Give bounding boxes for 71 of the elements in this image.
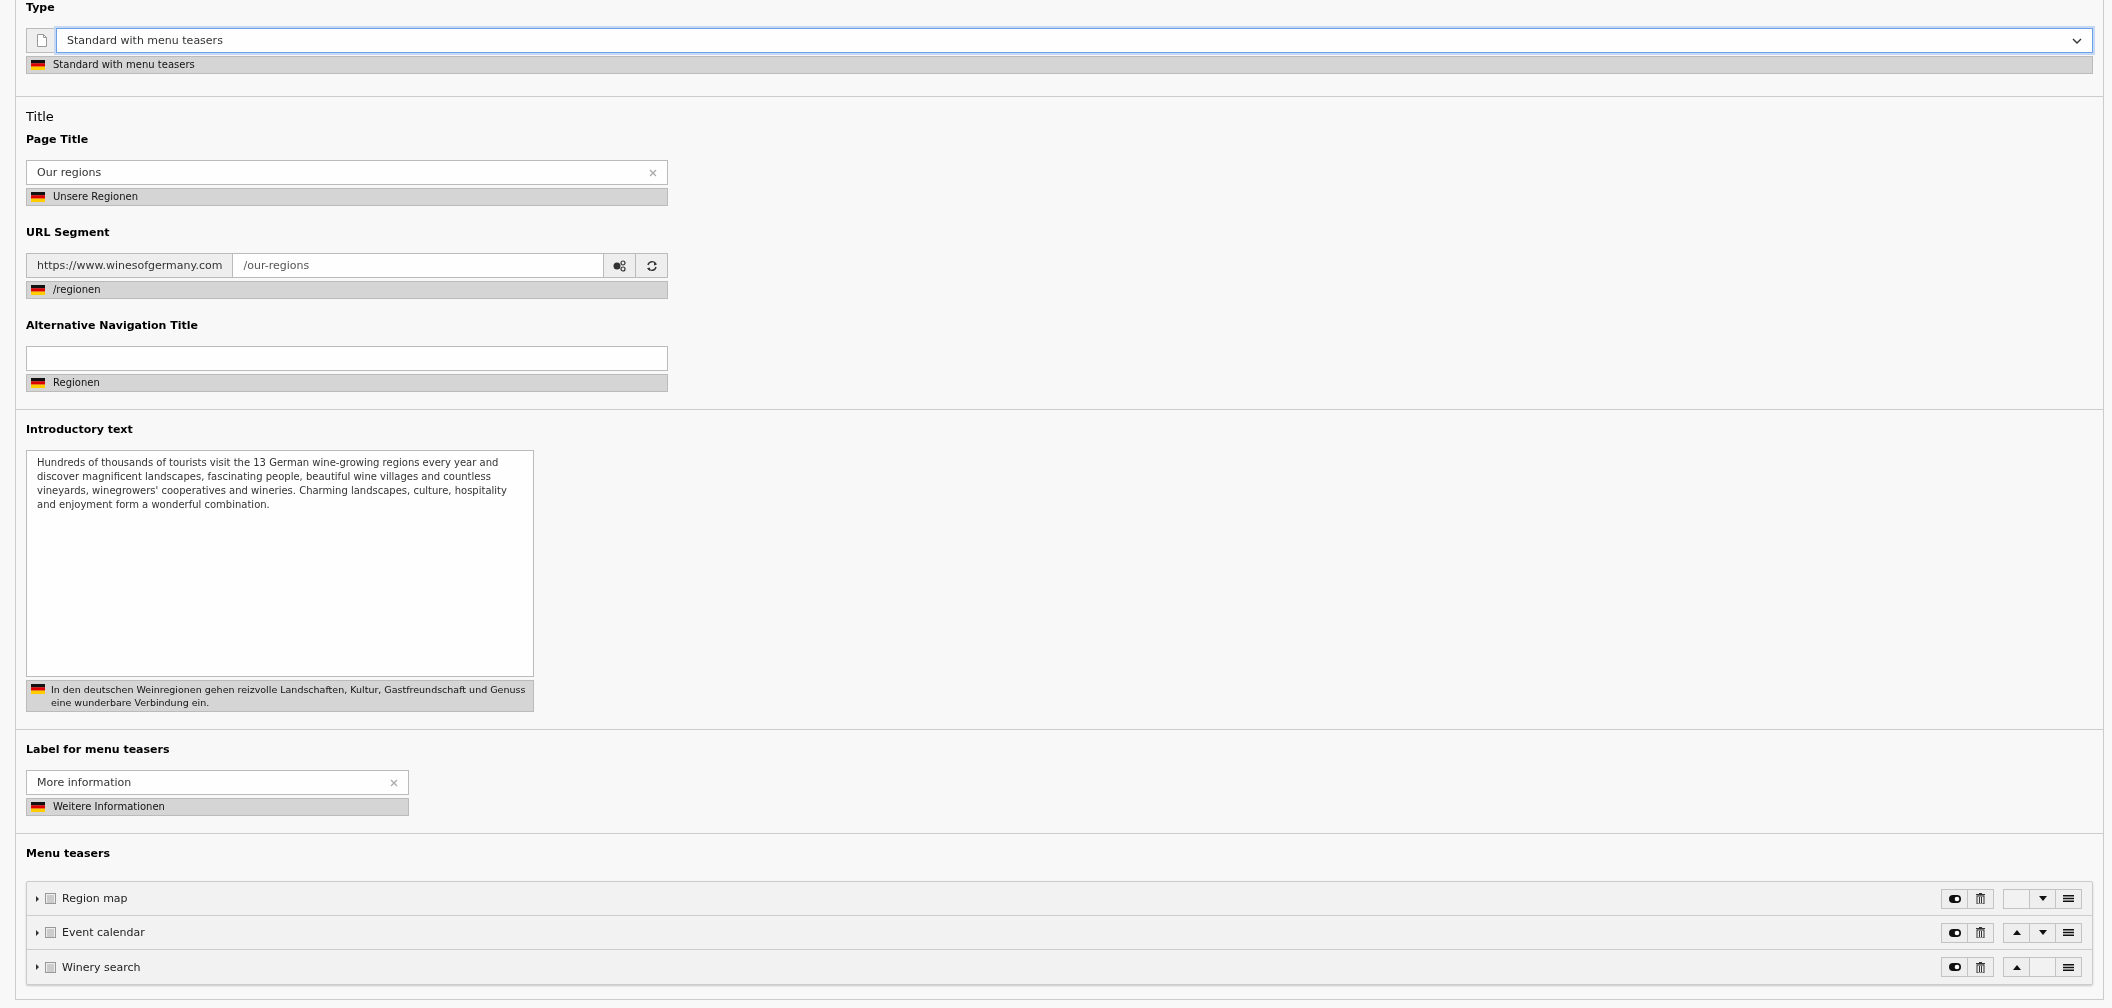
text-field[interactable]: Our regions — [26, 160, 668, 185]
field-label: URL Segment — [26, 225, 110, 241]
text-area[interactable]: Hundreds of thousands of tourists visit the 13 German wine-growing regions every year and discover magnificent landscapes, fascinating people, beautiful wine villages and countless vineyards, winegrowers' cooperatives and wineries. Charming landscapes, culture, hospitality and enjoyment form a wonderful combination. — [26, 450, 534, 677]
move-up-button[interactable] — [2003, 957, 2030, 977]
flag-icon — [31, 802, 45, 812]
record-header[interactable]: Event calendar — [27, 916, 2092, 950]
triangle-down-icon — [2038, 896, 2047, 901]
field-label: Menu teasers — [26, 846, 111, 862]
record-icon — [45, 893, 56, 904]
flag-icon — [31, 192, 45, 202]
field-label: Page Title — [26, 132, 89, 148]
translation-text: /regionen — [53, 284, 101, 296]
move-down-button[interactable] — [2029, 888, 2056, 909]
toggle-icon — [1948, 963, 1961, 971]
translation-text: Standard with menu teasers — [53, 59, 195, 71]
delete-button[interactable] — [1967, 888, 1994, 909]
menu-icon — [2063, 963, 2074, 971]
triangle-up-icon — [2012, 930, 2021, 935]
flag-icon — [31, 378, 45, 388]
page-icon — [36, 34, 47, 47]
triangle-up-icon — [2012, 964, 2021, 970]
toggle-icon — [1948, 894, 1961, 903]
caret-right-icon[interactable] — [35, 895, 40, 902]
delete-button[interactable] — [1967, 957, 1994, 977]
caret-right-icon[interactable] — [35, 929, 40, 936]
url-segment-field[interactable]: /our-regions — [232, 253, 604, 278]
field-label: Label for menu teasers — [26, 742, 170, 758]
flag-icon — [31, 285, 45, 295]
trash-icon — [1976, 893, 1985, 904]
field-label: Alternative Navigation Title — [26, 318, 199, 334]
text-field[interactable] — [26, 346, 668, 371]
refresh-icon — [645, 259, 658, 272]
record-icon — [45, 961, 56, 973]
field-label: Introductory text — [26, 422, 133, 438]
edit-toggle-button[interactable] — [604, 253, 636, 278]
record-title: Region map — [62, 892, 129, 905]
type-select[interactable]: Standard with menu teasers — [56, 28, 2093, 53]
translation-text: Weitere Informationen — [53, 801, 165, 813]
translation-text: In den deutschen Weinregionen gehen reizvolle Landschaften, Kultur, Gastfreundschaft und Genuss eine wunderbare Verbindung ein. — [51, 683, 527, 709]
refresh-button[interactable] — [636, 253, 668, 278]
translation-text: Regionen — [53, 377, 100, 389]
drag-handle[interactable] — [2055, 922, 2082, 943]
trash-icon — [1976, 961, 1985, 973]
hide-toggle-button[interactable] — [1941, 957, 1968, 977]
flag-icon — [31, 684, 45, 694]
move-down-button[interactable] — [2029, 922, 2056, 943]
chevron-down-icon — [2072, 37, 2082, 44]
trash-icon — [1976, 927, 1985, 938]
menu-icon — [2063, 929, 2074, 936]
drag-handle[interactable] — [2055, 957, 2082, 977]
delete-button[interactable] — [1967, 922, 1994, 943]
record-icon — [45, 927, 56, 938]
caret-right-icon[interactable] — [35, 964, 40, 970]
section-heading: Title — [26, 109, 54, 125]
text-field[interactable]: More information — [26, 770, 409, 795]
record-header[interactable]: Region map — [27, 882, 2092, 916]
field-label: Type — [26, 0, 55, 16]
record-title: Winery search — [62, 960, 142, 974]
record-header[interactable]: Winery search — [27, 950, 2092, 984]
translation-text: Unsere Regionen — [53, 191, 138, 203]
flag-icon — [31, 60, 45, 70]
toggle-icon — [1948, 928, 1961, 937]
drag-handle[interactable] — [2055, 888, 2082, 909]
record-title: Event calendar — [62, 926, 146, 939]
edit-toggle-icon — [613, 259, 626, 272]
menu-icon — [2063, 895, 2074, 902]
triangle-down-icon — [2038, 930, 2047, 935]
move-up-button[interactable] — [2003, 922, 2030, 943]
hide-toggle-button[interactable] — [1941, 922, 1968, 943]
url-prefix: https://www.winesofgermany.com — [26, 253, 233, 278]
hide-toggle-button[interactable] — [1941, 888, 1968, 909]
